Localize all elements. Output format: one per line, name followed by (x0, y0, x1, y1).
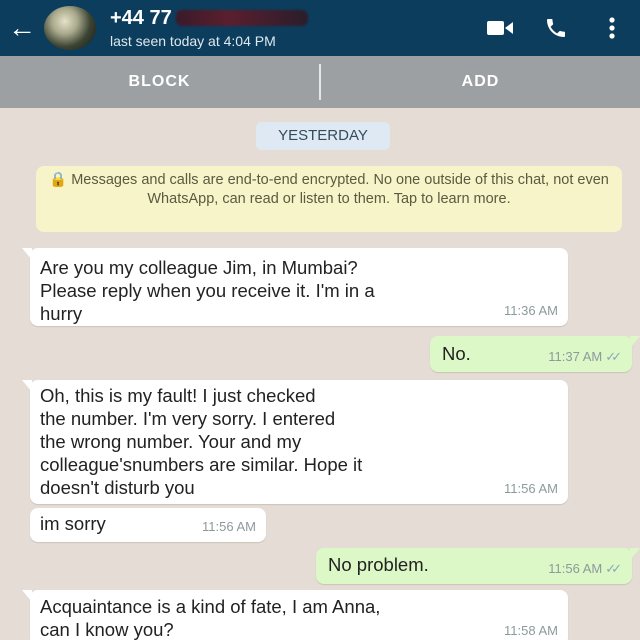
message-time: 11:58 AM (504, 623, 558, 638)
lock-icon: 🔒 (49, 172, 72, 188)
bubble-tail (630, 336, 640, 348)
last-seen-status: last seen today at 4:04 PM (110, 32, 276, 49)
message-text: Acquaintance is a kind of fate, I am Ann… (40, 596, 381, 640)
message-time: 11:56 AM (202, 519, 256, 534)
contact-name: +44 77 (110, 7, 472, 30)
bubble-tail (630, 548, 640, 560)
date-chip: YESTERDAY (256, 122, 390, 150)
bubble-tail (22, 380, 32, 392)
message-bubble[interactable]: No problem. 11:56 AM ✓✓ (316, 548, 640, 584)
message-text: Are you my colleague Jim, in Mumbai? Ple… (40, 257, 375, 324)
chat-area[interactable]: YESTERDAY 🔒 Messages and calls are end-t… (0, 108, 640, 640)
avatar[interactable] (44, 6, 96, 50)
contact-number: +44 77 (110, 6, 172, 29)
message-bubble[interactable]: Oh, this is my fault! I just checked the… (22, 380, 568, 504)
encryption-notice-text: Messages and calls are end-to-end encryp… (71, 172, 609, 207)
message-bubble[interactable]: Acquaintance is a kind of fate, I am Ann… (22, 590, 568, 640)
bubble-tail (22, 590, 32, 602)
phone-icon[interactable] (528, 0, 584, 56)
double-check-icon: ✓✓ (605, 561, 622, 576)
message-time: 11:36 AM (504, 303, 558, 318)
message-text: Oh, this is my fault! I just checked the… (40, 385, 363, 498)
message-time-row: 11:56 AM ✓✓ (548, 557, 622, 580)
message-time-row: 11:37 AM ✓✓ (548, 345, 622, 368)
chat-header: ← +44 77 last seen today at 4:04 PM (0, 0, 640, 56)
more-vert-icon[interactable] (584, 0, 640, 56)
message-time: 11:37 AM (548, 349, 603, 364)
unknown-contact-actions: BLOCK ADD (0, 56, 640, 108)
message-bubble[interactable]: im sorry 11:56 AM (30, 508, 266, 542)
message-bubble[interactable]: Are you my colleague Jim, in Mumbai? Ple… (22, 248, 568, 326)
double-check-icon: ✓✓ (605, 349, 622, 364)
add-button[interactable]: ADD (321, 73, 640, 91)
arrow-left-icon[interactable]: ← (0, 0, 44, 56)
contact-info[interactable]: +44 77 last seen today at 4:04 PM (110, 7, 472, 49)
bubble-tail (22, 248, 32, 260)
encryption-notice[interactable]: 🔒 Messages and calls are end-to-end encr… (36, 166, 622, 232)
video-call-icon[interactable] (472, 0, 528, 56)
block-button[interactable]: BLOCK (0, 73, 319, 91)
message-time: 11:56 AM (504, 481, 558, 496)
message-time: 11:56 AM (548, 561, 603, 576)
message-bubble[interactable]: No. 11:37 AM ✓✓ (430, 336, 640, 372)
redaction-mark (175, 10, 308, 27)
